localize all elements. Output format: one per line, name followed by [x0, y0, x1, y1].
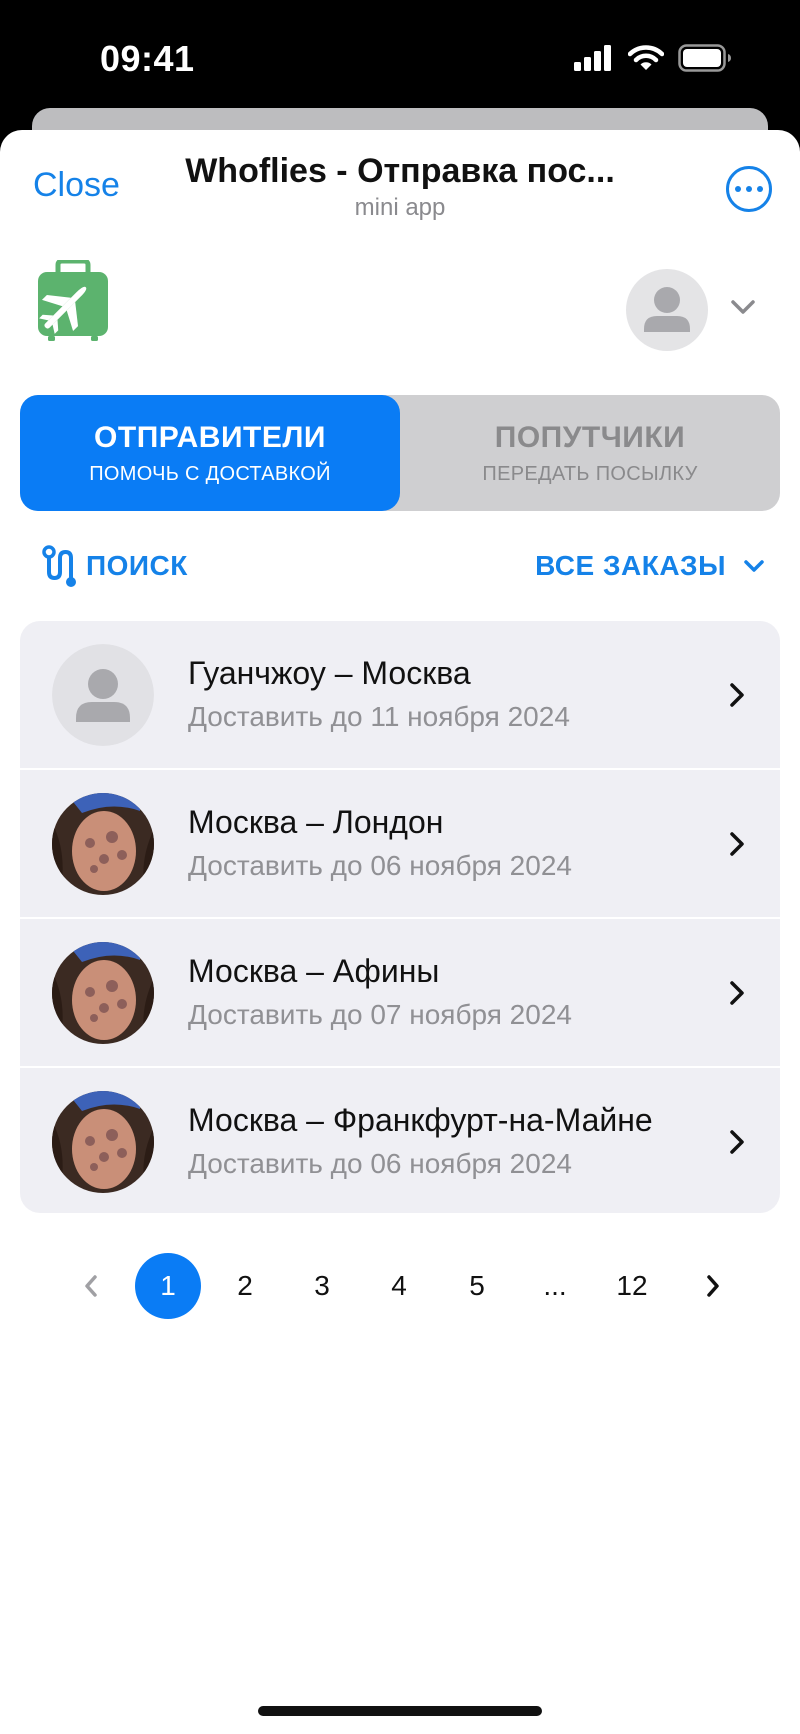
close-button[interactable]: Close	[33, 166, 120, 205]
segmented-control: ПОПУТЧИКИ ПЕРЕДАТЬ ПОСЫЛКУ ОТПРАВИТЕЛИ П…	[20, 395, 780, 511]
more-dot-icon	[746, 186, 752, 192]
order-route: Гуанчжоу – Москва	[188, 655, 471, 691]
route-search-icon	[42, 545, 76, 587]
more-dot-icon	[757, 186, 763, 192]
user-photo-icon	[52, 942, 154, 1044]
status-time: 09:41	[100, 38, 195, 79]
page-button[interactable]: 5	[450, 1253, 504, 1319]
user-placeholder-icon	[52, 644, 154, 746]
order-deadline: Доставить до 11 ноября 2024	[188, 701, 570, 732]
next-page-button[interactable]	[698, 1253, 728, 1319]
chevron-left-icon	[85, 1275, 97, 1297]
user-avatar	[52, 1091, 154, 1193]
cellular-signal-icon	[574, 45, 611, 71]
pagination: 1 2 3 4 5 ... 12	[0, 1253, 800, 1321]
user-avatar	[52, 644, 154, 746]
user-photo-icon	[52, 1091, 154, 1193]
tab-sublabel: ПОМОЧЬ С ДОСТАВКОЙ	[89, 462, 331, 485]
battery-icon	[678, 44, 731, 72]
tab-senders[interactable]: ОТПРАВИТЕЛИ ПОМОЧЬ С ДОСТАВКОЙ	[20, 395, 400, 511]
tab-travelers[interactable]: ПОПУТЧИКИ ПЕРЕДАТЬ ПОСЫЛКУ	[400, 395, 780, 511]
chevron-right-icon	[707, 1275, 719, 1297]
order-route: Москва – Афины	[188, 953, 440, 989]
profile-avatar[interactable]	[626, 269, 708, 351]
search-label: ПОИСК	[86, 550, 188, 581]
search-button[interactable]: ПОИСК	[40, 544, 188, 588]
user-placeholder-icon	[644, 287, 690, 332]
mini-app-sheet: Close Whoflies - Отправка пос... mini ap…	[0, 130, 800, 1734]
page-button[interactable]: 3	[295, 1253, 349, 1319]
order-route: Москва – Франкфурт-на-Майне	[188, 1102, 653, 1138]
chevron-down-icon[interactable]	[728, 292, 758, 322]
order-row[interactable]: Москва – Лондон Доставить до 06 ноября 2…	[20, 770, 780, 919]
orders-list: Гуанчжоу – Москва Доставить до 11 ноября…	[20, 621, 780, 1213]
page-button[interactable]: 4	[372, 1253, 426, 1319]
filter-label: ВСЕ ЗАКАЗЫ	[535, 550, 726, 581]
tab-sublabel: ПЕРЕДАТЬ ПОСЫЛКУ	[482, 462, 698, 485]
orders-filter-dropdown[interactable]: ВСЕ ЗАКАЗЫ	[535, 544, 766, 588]
more-options-button[interactable]	[726, 166, 772, 212]
tab-label: ПОПУТЧИКИ	[494, 420, 686, 454]
user-photo-icon	[52, 793, 154, 895]
app-title: Whoflies - Отправка пос...	[185, 152, 615, 190]
chevron-down-icon	[744, 560, 764, 572]
order-row[interactable]: Гуанчжоу – Москва Доставить до 11 ноября…	[20, 621, 780, 770]
chevron-right-icon	[730, 981, 744, 1005]
order-row[interactable]: Москва – Афины Доставить до 07 ноября 20…	[20, 919, 780, 1068]
home-indicator[interactable]	[258, 1706, 542, 1716]
tab-label: ОТПРАВИТЕЛИ	[94, 420, 326, 454]
chevron-right-icon	[730, 832, 744, 856]
page-ellipsis: ...	[543, 1270, 567, 1301]
wifi-icon	[628, 45, 664, 70]
status-icons	[574, 44, 732, 72]
order-deadline: Доставить до 06 ноября 2024	[188, 1148, 572, 1179]
chevron-right-icon	[730, 683, 744, 707]
chevron-right-icon	[730, 1130, 744, 1154]
app-subtitle: mini app	[354, 194, 446, 221]
order-route: Москва – Лондон	[188, 804, 444, 840]
page-button[interactable]: 2	[218, 1253, 272, 1319]
order-deadline: Доставить до 07 ноября 2024	[188, 999, 572, 1030]
order-row[interactable]: Москва – Франкфурт-на-Майне Доставить до…	[20, 1068, 780, 1213]
user-avatar	[52, 942, 154, 1044]
page-button[interactable]: 12	[605, 1253, 659, 1319]
suitcase-plane-logo-icon	[38, 260, 108, 341]
order-deadline: Доставить до 06 ноября 2024	[188, 850, 572, 881]
page-button-current[interactable]: 1	[135, 1253, 201, 1319]
more-dot-icon	[735, 186, 741, 192]
user-avatar	[52, 793, 154, 895]
status-bar: 09:41	[0, 0, 800, 118]
prev-page-button[interactable]	[76, 1253, 106, 1319]
